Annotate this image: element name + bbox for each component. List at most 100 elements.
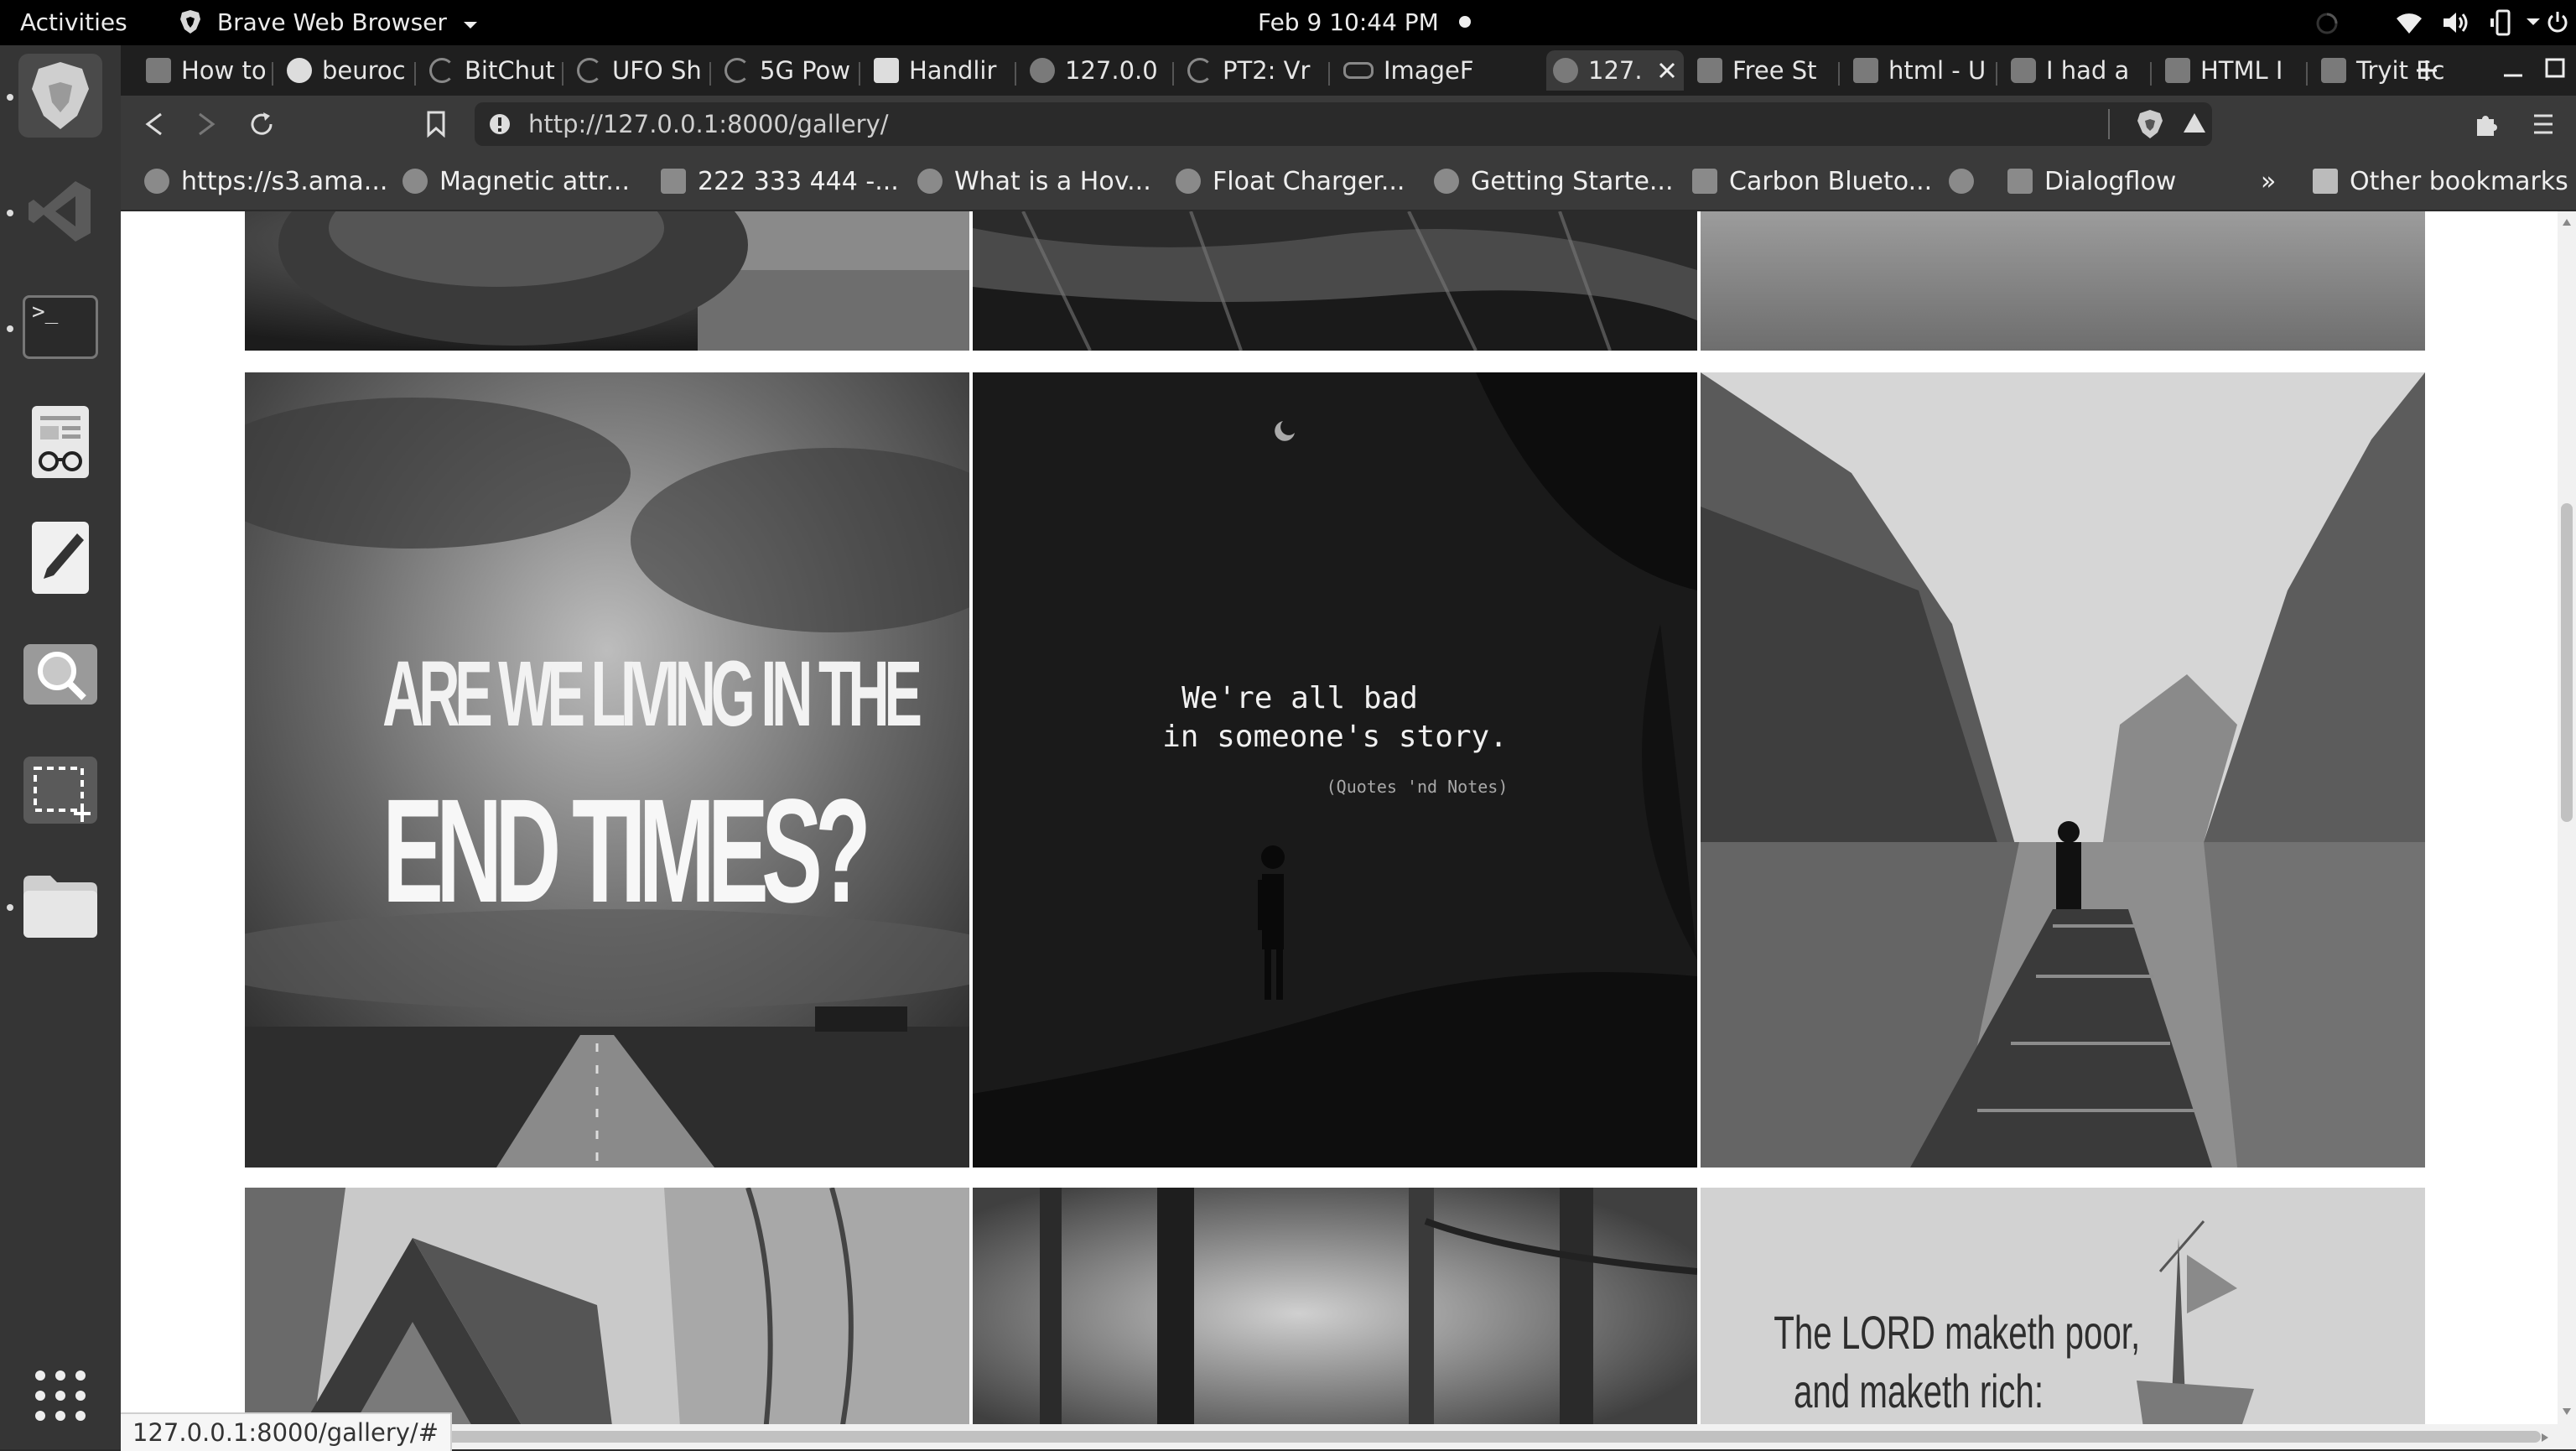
chevron-down-icon[interactable] xyxy=(2526,17,2541,27)
forward-icon[interactable] xyxy=(196,112,216,136)
document-viewer-icon xyxy=(32,406,89,478)
tab[interactable]: ImageF xyxy=(1337,50,1538,91)
new-tab-button[interactable] xyxy=(2415,59,2438,82)
tab[interactable]: How to xyxy=(139,50,265,91)
close-icon[interactable] xyxy=(1659,62,1675,79)
brave-shields-icon[interactable] xyxy=(2137,109,2163,139)
cat-photo xyxy=(245,211,969,351)
bookmark-item[interactable]: 222 333 444 -... xyxy=(661,154,899,210)
bookmark-item[interactable]: Carbon Blueto... xyxy=(1692,154,1932,210)
minimize-icon[interactable] xyxy=(2502,62,2524,79)
phone-battery-icon[interactable] xyxy=(2489,8,2517,37)
menu-icon[interactable] xyxy=(2532,112,2554,136)
folder-icon xyxy=(23,876,97,938)
night-silhouette-image xyxy=(973,372,1697,1168)
app-menu[interactable]: Brave Web Browser xyxy=(179,0,478,45)
dock-brave-browser[interactable] xyxy=(18,54,102,138)
scroll-up-icon[interactable] xyxy=(2562,218,2572,226)
bookmark-item[interactable]: https://s3.ama... xyxy=(144,154,387,210)
tab[interactable]: UFO Sh xyxy=(570,50,703,91)
gallery-image[interactable] xyxy=(973,1188,1697,1424)
app-name: Brave Web Browser xyxy=(216,8,447,36)
reload-icon[interactable] xyxy=(248,111,275,138)
dock-screenshot[interactable] xyxy=(18,748,102,832)
magnifier-icon xyxy=(23,644,97,705)
tab[interactable]: I had a xyxy=(2004,50,2143,91)
bookmarks-overflow-button[interactable]: » xyxy=(2261,154,2276,210)
tab[interactable]: HTML I xyxy=(2158,50,2301,91)
gallery-image[interactable]: The LORD maketh poor, and maketh rich: xyxy=(1701,1188,2425,1424)
tab[interactable]: Free St xyxy=(1690,50,1831,91)
bulb-icon xyxy=(874,58,899,83)
screenshot-icon xyxy=(23,757,97,824)
w3-icon xyxy=(2165,58,2190,83)
quote-line: ARE WE LIVING IN THE xyxy=(382,642,922,746)
dock-text-editor[interactable] xyxy=(18,517,102,601)
clock[interactable]: Feb 9 10:44 PM xyxy=(1258,0,1439,45)
show-applications-button[interactable] xyxy=(18,1354,102,1438)
globe-icon xyxy=(1030,58,1055,83)
url-text[interactable]: http://127.0.0.1:8000/gallery/ xyxy=(528,106,889,143)
status-bubble: 127.0.0.1:8000/gallery/# xyxy=(121,1412,452,1451)
link-icon xyxy=(1343,62,1374,79)
chevron-down-icon xyxy=(463,22,477,29)
dock-files[interactable] xyxy=(18,864,102,948)
tab[interactable]: Handlir xyxy=(867,50,1008,91)
dock-document-viewer[interactable] xyxy=(18,401,102,485)
gallery-image[interactable] xyxy=(245,211,969,351)
dock-vscode[interactable] xyxy=(18,169,102,253)
tab[interactable]: html - U xyxy=(1846,50,1989,91)
globe-icon xyxy=(1949,168,1974,194)
volume-icon[interactable] xyxy=(2442,10,2470,35)
bookmarks-bar: https://s3.ama... Magnetic attr... 222 3… xyxy=(121,154,2576,211)
scroll-right-icon[interactable] xyxy=(2541,1433,2549,1443)
cabin-trees-image xyxy=(245,1188,969,1424)
notification-dot xyxy=(1459,16,1471,28)
site-icon xyxy=(287,58,312,83)
fjord-dock-image xyxy=(1701,372,2425,1168)
page-viewport: ARE WE LIVING IN THE END TIMES? We're al… xyxy=(121,211,2558,1424)
gallery-image[interactable] xyxy=(973,211,1697,351)
browser-toolbar: http://127.0.0.1:8000/gallery/ xyxy=(121,96,2576,154)
gallery-image[interactable]: We're all bad in someone's story. (Quote… xyxy=(973,372,1697,1168)
gallery-image[interactable] xyxy=(1701,372,2425,1168)
gallery-image[interactable] xyxy=(1701,211,2425,351)
vertical-scroll-thumb[interactable] xyxy=(2561,503,2573,822)
back-icon[interactable] xyxy=(144,112,164,136)
stack-icon xyxy=(1853,58,1878,83)
dock-terminal[interactable]: >_ xyxy=(18,285,102,369)
other-bookmarks[interactable]: Other bookmarks xyxy=(2313,154,2568,210)
puzzle-icon xyxy=(146,58,171,83)
site-icon xyxy=(1692,168,1717,194)
bookmark-icon[interactable] xyxy=(426,111,446,138)
gallery-image[interactable] xyxy=(245,1188,969,1424)
bookmark-item[interactable]: Magnetic attr... xyxy=(402,154,630,210)
scroll-down-icon[interactable] xyxy=(2562,1407,2572,1416)
activities-button[interactable]: Activities xyxy=(20,0,127,45)
loading-icon xyxy=(577,58,602,83)
dialogflow-icon xyxy=(2007,168,2033,194)
quote-line: and maketh rich: xyxy=(1793,1365,2044,1417)
bookmark-item[interactable]: Getting Starte... xyxy=(1434,154,1674,210)
tab[interactable]: beuroc xyxy=(280,50,406,91)
bookmark-item[interactable]: What is a Hov... xyxy=(917,154,1151,210)
tab[interactable]: 127.0.0 xyxy=(1023,50,1166,91)
wifi-icon[interactable] xyxy=(2395,10,2423,35)
horizontal-scroll-thumb[interactable] xyxy=(428,1431,2541,1443)
power-icon[interactable] xyxy=(2546,10,2569,35)
extensions-icon[interactable] xyxy=(2474,111,2501,138)
info-icon[interactable] xyxy=(488,112,512,136)
bookmark-item-globe[interactable] xyxy=(1949,154,1986,210)
bookmark-item[interactable]: Dialogflow xyxy=(2007,154,2176,210)
tab[interactable]: 5G Pow xyxy=(718,50,852,91)
brave-rewards-icon[interactable] xyxy=(2182,111,2207,136)
tab[interactable]: PT2: Vr xyxy=(1181,50,1322,91)
dock-image-viewer[interactable] xyxy=(18,632,102,716)
video-icon xyxy=(2011,58,2036,83)
bookmark-item[interactable]: Float Charger... xyxy=(1176,154,1405,210)
tab[interactable]: BitChut xyxy=(423,50,555,91)
tab-active[interactable]: 127. xyxy=(1546,50,1684,91)
maximize-icon[interactable] xyxy=(2544,57,2566,79)
quote-line: The LORD maketh poor, xyxy=(1774,1306,2141,1359)
gallery-image[interactable]: ARE WE LIVING IN THE END TIMES? xyxy=(245,372,969,1168)
